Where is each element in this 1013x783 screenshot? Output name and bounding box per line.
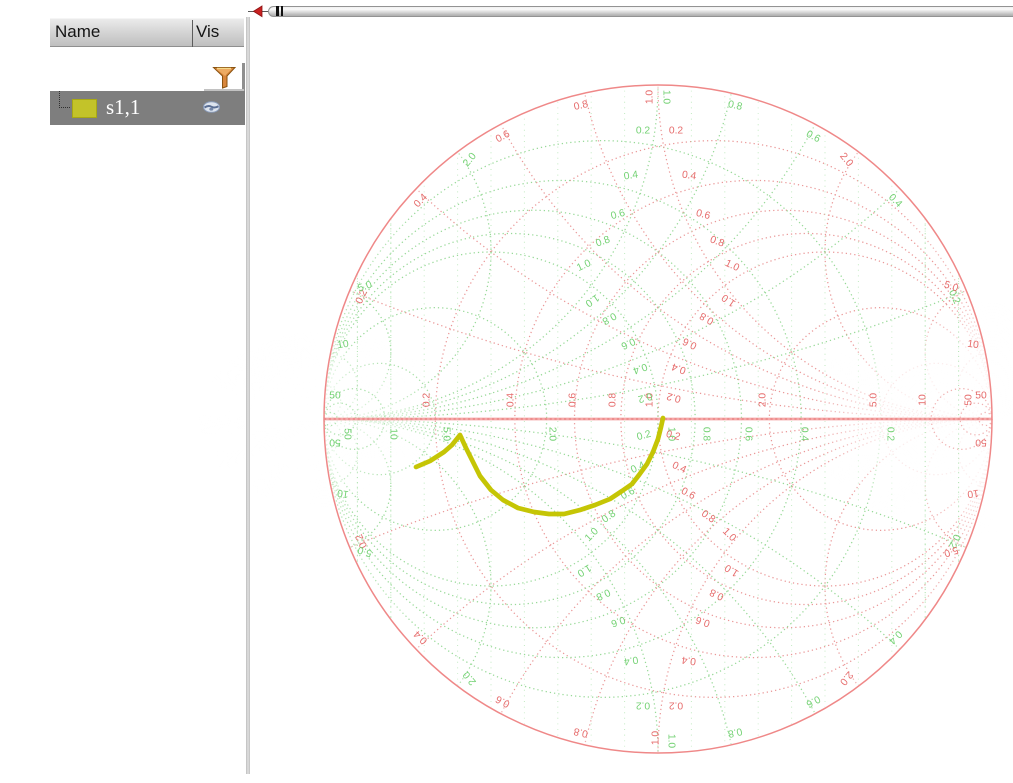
svg-text:0.2: 0.2 xyxy=(669,700,684,711)
svg-text:10: 10 xyxy=(918,394,929,406)
svg-text:2.0: 2.0 xyxy=(547,427,558,442)
svg-text:1.0: 1.0 xyxy=(661,90,672,105)
svg-text:50: 50 xyxy=(329,437,341,448)
svg-text:0.4: 0.4 xyxy=(681,654,697,667)
svg-text:10: 10 xyxy=(337,339,350,352)
svg-text:0.2: 0.2 xyxy=(636,700,651,711)
svg-text:50: 50 xyxy=(964,394,975,406)
svg-text:0.8: 0.8 xyxy=(573,99,590,113)
svg-text:0.2: 0.2 xyxy=(636,126,651,137)
svg-text:0.4: 0.4 xyxy=(670,460,688,476)
svg-text:0.2: 0.2 xyxy=(636,429,653,443)
svg-text:0.4: 0.4 xyxy=(506,393,517,408)
svg-text:1.0: 1.0 xyxy=(575,562,593,579)
svg-text:0.4: 0.4 xyxy=(799,427,810,442)
svg-text:0.4: 0.4 xyxy=(670,360,687,375)
svg-text:1.0: 1.0 xyxy=(583,291,601,308)
svg-text:0.4: 0.4 xyxy=(631,360,648,375)
svg-text:1.0: 1.0 xyxy=(723,561,741,578)
svg-text:0.8: 0.8 xyxy=(727,99,744,113)
svg-text:0.8: 0.8 xyxy=(701,427,712,442)
svg-text:0.6: 0.6 xyxy=(609,614,626,629)
svg-text:0.8: 0.8 xyxy=(594,234,611,249)
svg-text:0.6: 0.6 xyxy=(610,208,627,222)
svg-text:1.0: 1.0 xyxy=(723,258,741,274)
svg-text:0.4: 0.4 xyxy=(623,170,639,183)
svg-text:0.2: 0.2 xyxy=(885,427,896,442)
svg-text:0.8: 0.8 xyxy=(600,508,618,525)
svg-text:50: 50 xyxy=(975,437,987,448)
svg-text:0.8: 0.8 xyxy=(708,586,726,602)
svg-text:0.4: 0.4 xyxy=(623,654,639,667)
svg-text:0.6: 0.6 xyxy=(743,427,754,442)
svg-text:0.2: 0.2 xyxy=(636,390,653,404)
svg-text:0.2: 0.2 xyxy=(422,393,433,408)
svg-text:1.0: 1.0 xyxy=(720,291,738,308)
svg-text:10: 10 xyxy=(967,339,980,352)
svg-text:2.0: 2.0 xyxy=(758,393,769,408)
svg-text:0.2: 0.2 xyxy=(669,126,684,137)
svg-text:0.8: 0.8 xyxy=(699,508,717,525)
svg-text:10: 10 xyxy=(336,487,349,500)
svg-text:0.4: 0.4 xyxy=(681,170,697,183)
svg-text:1.0: 1.0 xyxy=(645,90,656,105)
svg-text:1.0: 1.0 xyxy=(651,731,662,746)
svg-text:1.0: 1.0 xyxy=(583,526,601,544)
svg-text:0.6: 0.6 xyxy=(694,613,711,628)
svg-text:0.8: 0.8 xyxy=(594,586,612,602)
svg-text:0.8: 0.8 xyxy=(573,725,590,739)
svg-text:0.6: 0.6 xyxy=(568,393,579,408)
svg-text:1.0: 1.0 xyxy=(720,526,738,544)
svg-text:1.0: 1.0 xyxy=(666,734,677,749)
svg-text:0.8: 0.8 xyxy=(608,393,619,408)
svg-text:50: 50 xyxy=(975,391,987,402)
svg-text:5.0: 5.0 xyxy=(441,427,452,442)
svg-text:0.8: 0.8 xyxy=(727,725,744,739)
svg-text:5.0: 5.0 xyxy=(869,393,880,408)
svg-text:10: 10 xyxy=(966,487,979,500)
svg-text:50: 50 xyxy=(342,428,353,440)
svg-text:0.6: 0.6 xyxy=(695,208,712,222)
svg-text:50: 50 xyxy=(329,391,341,402)
svg-text:0.8: 0.8 xyxy=(708,234,725,249)
svg-text:0.8: 0.8 xyxy=(600,310,618,327)
svg-text:10: 10 xyxy=(388,428,399,440)
svg-text:1.0: 1.0 xyxy=(575,258,593,274)
svg-text:0.2: 0.2 xyxy=(665,390,682,404)
svg-text:0.6: 0.6 xyxy=(679,486,697,503)
